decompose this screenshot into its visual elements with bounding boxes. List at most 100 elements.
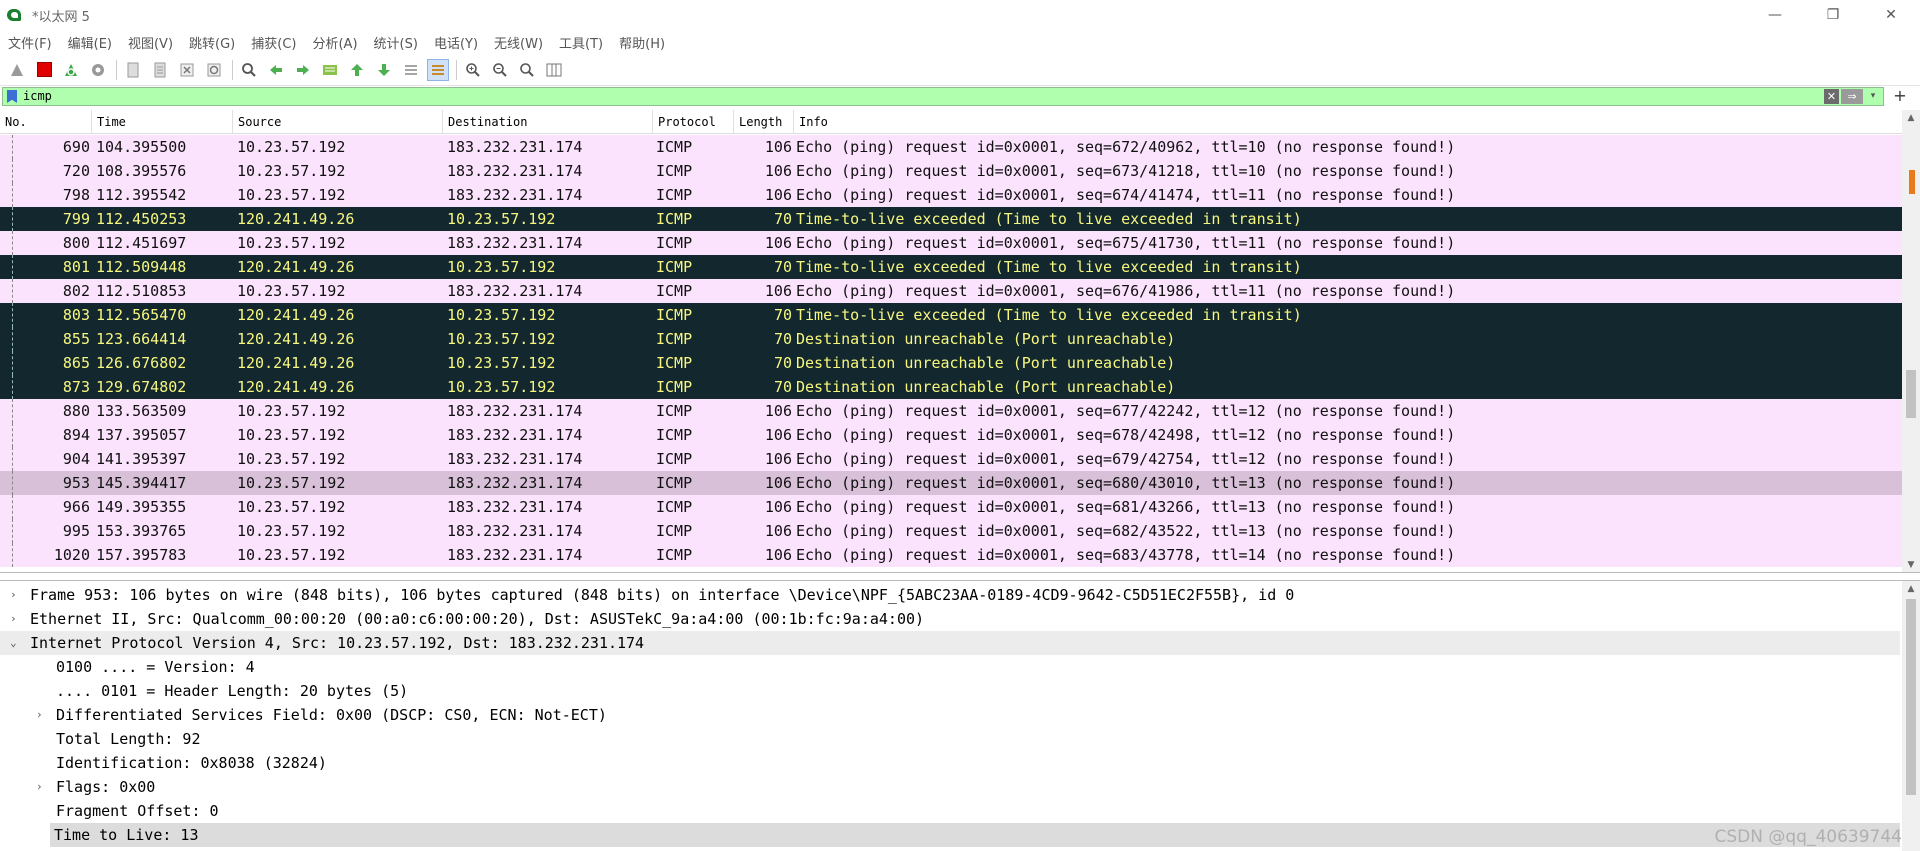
packet-row[interactable]: 894 137.395057 10.23.57.192 183.232.231.174… bbox=[0, 423, 1902, 447]
packet-row[interactable]: 800 112.451697 10.23.57.192 183.232.231.174… bbox=[0, 231, 1902, 255]
bookmark-icon[interactable] bbox=[7, 90, 17, 103]
go-forward-icon[interactable] bbox=[292, 59, 314, 81]
apply-filter-icon[interactable]: ⇒ bbox=[1841, 89, 1863, 104]
packet-row[interactable]: 798 112.395542 10.23.57.192 183.232.231.174… bbox=[0, 183, 1902, 207]
packet-source: 10.23.57.192 bbox=[237, 522, 346, 540]
scroll-up-icon[interactable]: ▲ bbox=[1902, 110, 1920, 126]
packet-row[interactable]: 799 112.450253 120.241.49.26 10.23.57.192 IC… bbox=[0, 207, 1902, 231]
column-header-info[interactable]: Info bbox=[794, 110, 1902, 134]
go-last-icon[interactable] bbox=[373, 59, 395, 81]
packet-length: 106 bbox=[764, 450, 792, 468]
packet-row[interactable]: 855 123.664414 120.241.49.26 10.23.57.192 IC… bbox=[0, 327, 1902, 351]
packet-destination: 183.232.231.174 bbox=[447, 162, 583, 180]
collapse-chevron-icon[interactable]: › bbox=[10, 583, 17, 607]
go-to-packet-icon[interactable] bbox=[319, 59, 341, 81]
packet-row[interactable]: 880 133.563509 10.23.57.192 183.232.231.174… bbox=[0, 399, 1902, 423]
packet-length: 70 bbox=[773, 210, 792, 228]
save-file-icon[interactable] bbox=[149, 59, 171, 81]
scroll-thumb[interactable] bbox=[1906, 599, 1916, 795]
menu-view[interactable]: 视图(V) bbox=[128, 33, 173, 52]
add-filter-button[interactable]: + bbox=[1890, 86, 1910, 106]
detail-tree-item[interactable]: › Ethernet II, Src: Qualcomm_00:00:20 (00… bbox=[0, 607, 1900, 631]
packet-length: 106 bbox=[764, 498, 792, 516]
expand-chevron-icon[interactable]: ⌄ bbox=[10, 631, 17, 655]
detail-tree-item[interactable]: 0100 .... = Version: 4 bbox=[0, 655, 1900, 679]
packet-length: 70 bbox=[773, 258, 792, 276]
detail-tree-item[interactable]: › Frame 953: 106 bytes on wire (848 bits)… bbox=[0, 583, 1900, 607]
restart-capture-icon[interactable] bbox=[60, 59, 82, 81]
zoom-out-icon[interactable] bbox=[489, 59, 511, 81]
packet-row[interactable]: 873 129.674802 120.241.49.26 10.23.57.192 IC… bbox=[0, 375, 1902, 399]
column-header-destination[interactable]: Destination bbox=[443, 110, 653, 134]
menu-wireless[interactable]: 无线(W) bbox=[494, 33, 543, 52]
packet-row[interactable]: 690 104.395500 10.23.57.192 183.232.231.174… bbox=[0, 135, 1902, 159]
detail-tree-item[interactable]: Time to Live: 13 bbox=[50, 823, 1900, 847]
colorize-icon[interactable] bbox=[427, 58, 449, 81]
zoom-normal-icon[interactable] bbox=[516, 59, 538, 81]
detail-text: Total Length: 92 bbox=[56, 730, 201, 748]
column-header-source[interactable]: Source bbox=[233, 110, 443, 134]
menu-edit[interactable]: 编辑(E) bbox=[68, 33, 112, 52]
start-capture-icon[interactable] bbox=[6, 59, 28, 81]
packet-row[interactable]: 1020 157.395783 10.23.57.192 183.232.231.17… bbox=[0, 543, 1902, 567]
column-header-length[interactable]: Length bbox=[734, 110, 794, 134]
menu-analyze[interactable]: 分析(A) bbox=[312, 33, 357, 52]
packet-destination: 183.232.231.174 bbox=[447, 234, 583, 252]
zoom-in-icon[interactable] bbox=[462, 59, 484, 81]
go-first-icon[interactable] bbox=[346, 59, 368, 81]
scroll-up-icon[interactable]: ▲ bbox=[1902, 581, 1920, 597]
capture-options-icon[interactable] bbox=[87, 59, 109, 81]
open-file-icon[interactable] bbox=[122, 59, 144, 81]
maximize-button[interactable]: ❐ bbox=[1804, 0, 1862, 30]
filter-history-chevron-icon[interactable]: ▾ bbox=[1867, 89, 1879, 104]
display-filter-input[interactable] bbox=[23, 88, 1823, 105]
details-scrollbar[interactable]: ▲ bbox=[1902, 581, 1920, 851]
collapse-chevron-icon[interactable]: › bbox=[36, 775, 43, 799]
menu-go[interactable]: 跳转(G) bbox=[189, 33, 235, 52]
detail-tree-item[interactable]: Fragment Offset: 0 bbox=[0, 799, 1900, 823]
auto-scroll-icon[interactable] bbox=[400, 59, 422, 81]
packet-row[interactable]: 720 108.395576 10.23.57.192 183.232.231.174… bbox=[0, 159, 1902, 183]
column-header-time[interactable]: Time bbox=[92, 110, 233, 134]
menu-statistics[interactable]: 统计(S) bbox=[374, 33, 418, 52]
packet-row[interactable]: 953 145.394417 10.23.57.192 183.232.231.174… bbox=[0, 471, 1902, 495]
menu-capture[interactable]: 捕获(C) bbox=[251, 33, 296, 52]
clear-filter-icon[interactable]: ✕ bbox=[1824, 89, 1839, 104]
detail-text: 0100 .... = Version: 4 bbox=[56, 658, 255, 676]
packet-row[interactable]: 966 149.395355 10.23.57.192 183.232.231.174… bbox=[0, 495, 1902, 519]
resize-columns-icon[interactable] bbox=[543, 59, 565, 81]
packet-no: 873 bbox=[62, 378, 90, 396]
packet-row[interactable]: 904 141.395397 10.23.57.192 183.232.231.174… bbox=[0, 447, 1902, 471]
column-header-no[interactable]: No. bbox=[0, 110, 92, 134]
packet-row[interactable]: 802 112.510853 10.23.57.192 183.232.231.174… bbox=[0, 279, 1902, 303]
go-back-icon[interactable] bbox=[265, 59, 287, 81]
detail-tree-item[interactable]: Identification: 0x8038 (32824) bbox=[0, 751, 1900, 775]
packet-row[interactable]: 865 126.676802 120.241.49.26 10.23.57.192 IC… bbox=[0, 351, 1902, 375]
close-file-icon[interactable] bbox=[176, 59, 198, 81]
scroll-down-icon[interactable]: ▼ bbox=[1902, 557, 1920, 572]
packet-row[interactable]: 801 112.509448 120.241.49.26 10.23.57.192 IC… bbox=[0, 255, 1902, 279]
packet-source: 10.23.57.192 bbox=[237, 402, 346, 420]
reload-file-icon[interactable] bbox=[203, 59, 225, 81]
scroll-thumb[interactable] bbox=[1906, 370, 1916, 418]
minimize-button[interactable]: — bbox=[1746, 0, 1804, 30]
collapse-chevron-icon[interactable]: › bbox=[36, 703, 43, 727]
packet-protocol: ICMP bbox=[656, 258, 693, 276]
packet-row[interactable]: 995 153.393765 10.23.57.192 183.232.231.174… bbox=[0, 519, 1902, 543]
detail-tree-item[interactable]: › Differentiated Services Field: 0x00 (DS… bbox=[0, 703, 1900, 727]
stop-capture-icon[interactable] bbox=[33, 59, 55, 81]
menu-tools[interactable]: 工具(T) bbox=[559, 33, 603, 52]
menu-file[interactable]: 文件(F) bbox=[8, 33, 52, 52]
menu-help[interactable]: 帮助(H) bbox=[619, 33, 665, 52]
packet-row[interactable]: 803 112.565470 120.241.49.26 10.23.57.192 IC… bbox=[0, 303, 1902, 327]
menu-telephony[interactable]: 电话(Y) bbox=[434, 33, 478, 52]
close-button[interactable]: ✕ bbox=[1862, 0, 1920, 30]
detail-tree-item[interactable]: ⌄ Internet Protocol Version 4, Src: 10.23… bbox=[0, 631, 1900, 655]
detail-tree-item[interactable]: Total Length: 92 bbox=[0, 727, 1900, 751]
packet-list-scrollbar[interactable]: ▲ ▼ bbox=[1902, 110, 1920, 572]
detail-tree-item[interactable]: › Flags: 0x00 bbox=[0, 775, 1900, 799]
find-packet-icon[interactable] bbox=[238, 59, 260, 81]
collapse-chevron-icon[interactable]: › bbox=[10, 607, 17, 631]
detail-tree-item[interactable]: .... 0101 = Header Length: 20 bytes (5) bbox=[0, 679, 1900, 703]
column-header-protocol[interactable]: Protocol bbox=[653, 110, 734, 134]
